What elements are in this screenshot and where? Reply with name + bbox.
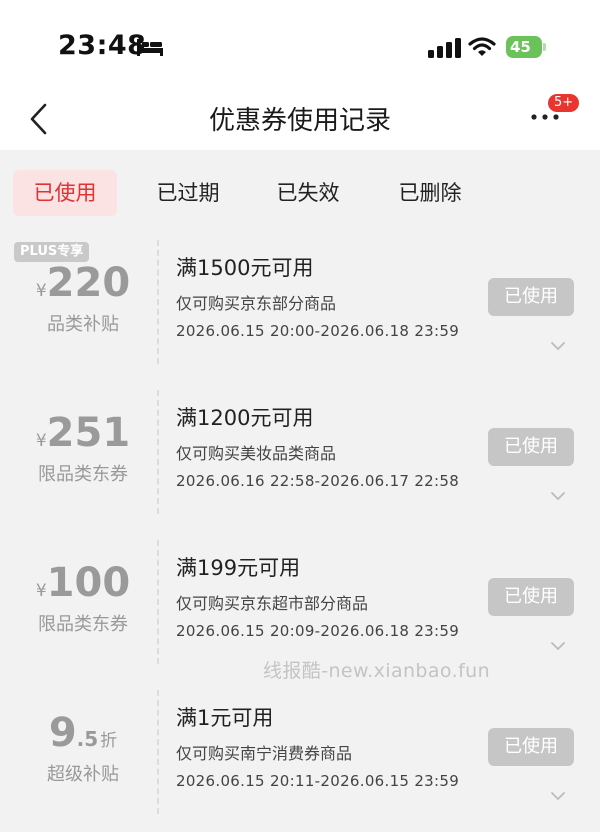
coupon-validity: 2026.06.15 20:09-2026.06.18 23:59 [176,622,460,640]
coupon-validity: 2026.06.15 20:11-2026.06.15 23:59 [176,772,460,790]
dashed-divider [157,390,159,514]
amount-value: 220 [46,260,131,306]
used-status-button[interactable]: 已使用 [488,578,574,616]
status-tabs: 已使用 已过期 已失效 已删除 [0,150,600,230]
page-title: 优惠券使用记录 [208,106,391,136]
chevron-down-icon[interactable] [549,640,567,652]
tab-invalid[interactable]: 已失效 [258,170,358,216]
battery-level: 45 [510,38,531,56]
coupon-amount: ¥251 [0,410,166,456]
wifi-icon [468,37,496,56]
coupon-validity: 2026.06.15 20:00-2026.06.18 23:59 [176,322,460,340]
coupon-condition: 满1500元可用 [176,256,314,280]
dashed-divider [157,540,159,664]
status-time: 23:48 [58,30,147,61]
dashed-divider [157,690,159,814]
coupon-amount: 9.5 折 [0,710,166,756]
status-bar: 23:48 45 [0,0,600,88]
coupon-condition: 满1元可用 [176,706,274,730]
watermark-text: 线报酷-new.xianbao.fun [263,660,491,682]
currency-symbol: ¥ [35,281,47,301]
amount-value: 251 [46,410,131,456]
discount-decimal: .5 [76,727,99,751]
coupon-card[interactable]: 9.5 折 超级补贴 满1元可用 仅可购买南宁消费券商品 2026.06.15 2… [0,686,600,818]
nav-bar: 优惠券使用记录 5+ [0,88,600,150]
chevron-down-icon[interactable] [549,340,567,352]
coupon-scope: 仅可购买南宁消费券商品 [176,744,353,763]
coupon-amount: ¥220 [0,260,166,306]
used-status-button[interactable]: 已使用 [488,728,574,766]
coupon-type-label: 超级补贴 [47,764,119,785]
coupon-condition: 满1200元可用 [176,406,314,430]
coupon-card[interactable]: PLUS专享 ¥220 品类补贴 满1500元可用 仅可购买京东部分商品 202… [0,236,600,368]
currency-symbol: ¥ [35,581,47,601]
bed-icon [137,39,163,56]
coupon-type-label: 限品类东券 [38,614,128,635]
more-icon[interactable] [530,112,560,122]
battery-cap [543,43,546,51]
amount-value: 100 [46,560,131,606]
currency-symbol: ¥ [35,431,47,451]
coupon-amount: ¥100 [0,560,166,606]
battery-indicator: 45 [506,36,542,58]
coupon-condition: 满199元可用 [176,556,301,580]
notification-badge: 5+ [548,94,580,112]
chevron-down-icon[interactable] [549,490,567,502]
discount-unit: 折 [100,731,118,751]
coupon-type-label: 品类补贴 [47,314,119,335]
discount-value: 9 [48,710,77,756]
chevron-down-icon[interactable] [549,790,567,802]
tab-deleted[interactable]: 已删除 [380,170,480,216]
coupon-validity: 2026.06.16 22:58-2026.06.17 22:58 [176,472,460,490]
signal-icon [428,38,461,58]
tab-expired[interactable]: 已过期 [138,170,238,216]
coupon-card[interactable]: ¥100 限品类东券 满199元可用 仅可购买京东超市部分商品 2026.06.… [0,536,600,668]
coupon-scope: 仅可购买美妆品类商品 [176,444,337,463]
plus-exclusive-badge: PLUS专享 [14,242,90,262]
coupon-card[interactable]: ¥251 限品类东券 满1200元可用 仅可购买美妆品类商品 2026.06.1… [0,386,600,518]
coupon-type-label: 限品类东券 [38,464,128,485]
tab-used[interactable]: 已使用 [13,170,117,216]
coupon-scope: 仅可购买京东超市部分商品 [176,594,369,613]
coupon-scope: 仅可购买京东部分商品 [176,294,337,313]
dashed-divider [157,240,159,364]
used-status-button[interactable]: 已使用 [488,278,574,316]
used-status-button[interactable]: 已使用 [488,428,574,466]
